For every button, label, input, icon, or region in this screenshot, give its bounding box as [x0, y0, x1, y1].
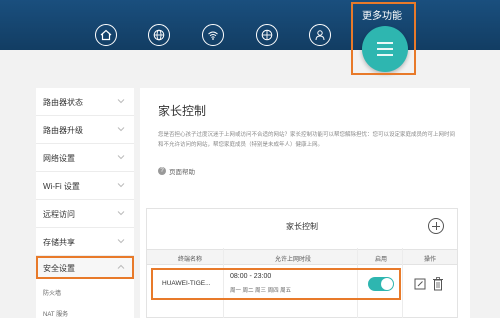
network-icon[interactable]	[256, 24, 278, 46]
sidebar-item-router-status[interactable]: 路由器状态	[36, 88, 134, 116]
sidebar-subitem-firewall[interactable]: 防火墙	[43, 288, 61, 297]
page-description: 您是否担心孩子过度沉迷于上网或访问不合适的网站？家长控制功能可以帮您解除担忧：您…	[158, 132, 456, 148]
sidebar-item-remote-access[interactable]: 远程访问	[36, 200, 134, 228]
page-title: 家长控制	[158, 104, 207, 118]
chevron-down-icon	[117, 99, 125, 104]
home-icon-glyph	[100, 29, 112, 41]
sidebar-item-router-upgrade[interactable]: 路由器升级	[36, 116, 134, 144]
sidebar-subitem-nat-service[interactable]: NAT 服务	[43, 309, 68, 318]
highlight-box-table-row	[151, 268, 401, 300]
top-nav-bar: 更多功能	[0, 0, 500, 50]
highlight-box-more-features	[351, 2, 416, 75]
sidebar-item-label: 路由器升级	[43, 126, 83, 135]
sidebar: 路由器状态 路由器升级 网络设置 Wi-Fi 设置 远程访问 存储共享 安全设置…	[36, 88, 134, 318]
globe-icon[interactable]	[148, 24, 170, 46]
column-header-allowed-time: 允许上网时段	[274, 257, 311, 263]
network-icon-glyph	[261, 29, 273, 41]
highlight-box-security-settings	[36, 256, 134, 279]
chevron-down-icon	[117, 211, 125, 216]
card-title: 家长控制	[286, 222, 318, 231]
wifi-icon-glyph	[208, 31, 218, 40]
column-header-enabled: 启用	[374, 257, 387, 263]
user-icon-glyph	[315, 30, 325, 41]
column-header-actions: 操作	[423, 257, 436, 263]
add-rule-button[interactable]	[428, 218, 444, 234]
sidebar-item-label: Wi-Fi 设置	[43, 182, 80, 191]
sidebar-item-network-settings[interactable]: 网络设置	[36, 144, 134, 172]
column-divider	[402, 248, 403, 318]
column-header-device-name: 终端名称	[177, 257, 202, 263]
chevron-down-icon	[117, 127, 125, 132]
globe-icon-glyph	[153, 29, 165, 41]
parental-control-card: 家长控制 终端名称 允许上网时段 启用 操作	[146, 208, 458, 318]
sidebar-item-wifi-settings[interactable]: Wi-Fi 设置	[36, 172, 134, 200]
sidebar-item-label: 远程访问	[43, 210, 75, 219]
sidebar-item-label: 网络设置	[43, 154, 75, 163]
sidebar-item-storage-sharing[interactable]: 存储共享	[36, 228, 134, 256]
home-icon[interactable]	[95, 24, 117, 46]
page-help-link[interactable]: ? 页面帮助	[158, 166, 195, 176]
chevron-down-icon	[117, 155, 125, 160]
wifi-icon[interactable]	[202, 24, 224, 46]
sidebar-item-label: 存储共享	[43, 238, 75, 247]
page-help-label: 页面帮助	[169, 169, 195, 176]
sidebar-item-label: 路由器状态	[43, 98, 83, 107]
chevron-down-icon	[117, 183, 125, 188]
user-icon[interactable]	[309, 24, 331, 46]
edit-icon[interactable]	[414, 278, 426, 290]
table-header: 终端名称 允许上网时段 启用 操作	[147, 249, 457, 265]
chevron-down-icon	[117, 239, 125, 244]
delete-icon[interactable]	[432, 277, 444, 291]
help-icon: ?	[158, 167, 166, 175]
